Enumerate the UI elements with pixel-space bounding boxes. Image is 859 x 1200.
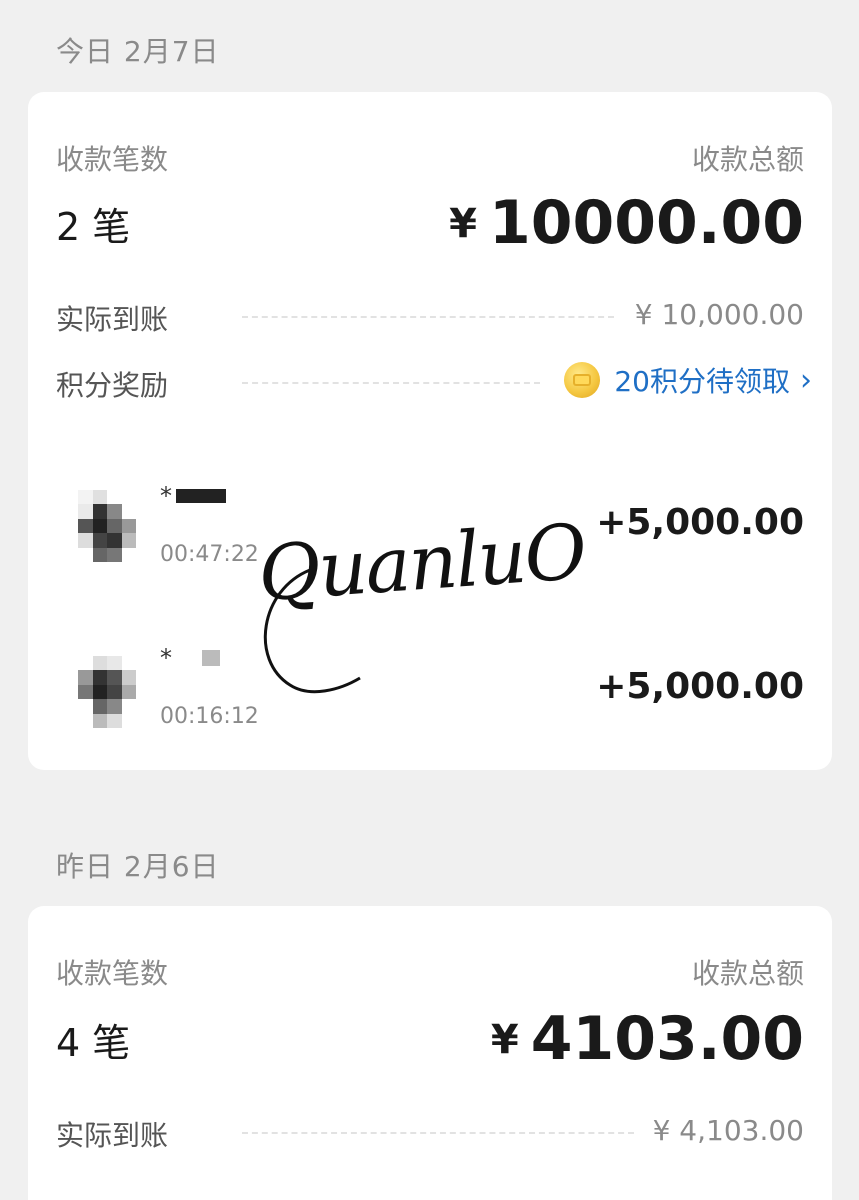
total-label: 收款总额 xyxy=(691,143,804,176)
date-header-today: 今日 2月7日 xyxy=(56,35,220,68)
total-label: 收款总额 xyxy=(691,957,804,990)
payment-records-page: 今日 2月7日 收款笔数 收款总额 2 笔 ¥10000.00 实际到账 ¥ 1… xyxy=(0,0,859,1200)
currency-symbol: ¥ xyxy=(449,201,477,247)
chevron-right-icon: › xyxy=(800,362,812,398)
currency-symbol: ¥ xyxy=(490,1017,519,1063)
payment-count: 2 笔 xyxy=(56,205,131,249)
payer-name-prefix: * xyxy=(160,482,172,510)
payment-amount: +5,000.00 xyxy=(596,502,804,543)
payment-count: 4 笔 xyxy=(56,1021,131,1065)
payer-name-masked: * xyxy=(160,644,220,672)
payment-amount: +5,000.00 xyxy=(596,666,804,707)
received-label: 实际到账 xyxy=(56,303,169,336)
daily-summary-card-today: 收款笔数 收款总额 2 笔 ¥10000.00 实际到账 ¥ 10,000.00… xyxy=(28,92,832,770)
payer-avatar xyxy=(78,656,136,728)
received-value: ¥ 10,000.00 xyxy=(634,298,804,331)
payer-name-masked: * xyxy=(160,482,226,510)
gold-coin-icon xyxy=(564,362,601,398)
payer-avatar xyxy=(78,490,136,562)
payment-time: 00:47:22 xyxy=(160,542,259,567)
dashed-divider xyxy=(242,382,540,384)
total-amount-value: 4103.00 xyxy=(530,1004,804,1074)
claim-points-link[interactable]: 20积分待领取 › xyxy=(564,360,812,400)
payment-time: 00:16:12 xyxy=(160,704,259,729)
total-amount: ¥4103.00 xyxy=(491,1004,804,1074)
blurred-name xyxy=(176,489,226,503)
received-value: ¥ 4,103.00 xyxy=(652,1114,804,1147)
points-value: 20积分待领取 xyxy=(614,365,790,398)
total-amount: ¥10000.00 xyxy=(449,188,804,258)
dashed-divider xyxy=(242,316,614,318)
dashed-divider xyxy=(242,1132,634,1134)
daily-summary-card-yesterday: 收款笔数 收款总额 4 笔 ¥4103.00 实际到账 ¥ 4,103.00 xyxy=(28,906,832,1200)
blurred-name xyxy=(202,650,220,666)
received-label: 实际到账 xyxy=(56,1119,169,1152)
date-header-yesterday: 昨日 2月6日 xyxy=(56,850,220,883)
total-amount-value: 10000.00 xyxy=(488,188,804,258)
count-label: 收款笔数 xyxy=(56,143,169,176)
points-label: 积分奖励 xyxy=(56,369,169,402)
count-label: 收款笔数 xyxy=(56,957,169,990)
payer-name-prefix: * xyxy=(160,644,172,672)
